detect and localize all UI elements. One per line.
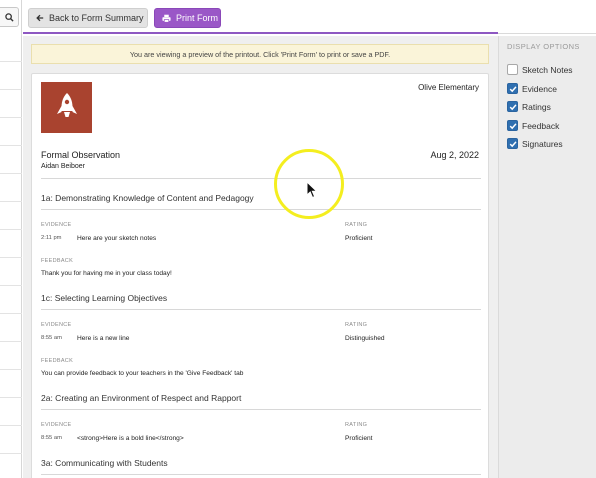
divider	[0, 341, 22, 342]
option-label: Evidence	[522, 83, 557, 94]
printer-icon	[162, 14, 171, 23]
section-title: 2a: Creating an Environment of Respect a…	[41, 393, 242, 403]
divider	[41, 409, 481, 410]
print-button-label: Print Form	[176, 13, 219, 23]
option-label: Sketch Notes	[522, 64, 573, 75]
section-title: 1a: Demonstrating Knowledge of Content a…	[41, 193, 254, 203]
checkmark-icon	[509, 122, 517, 129]
toolbar: Back to Form Summary Print Form	[23, 0, 498, 34]
feedback-text: You can provide feedback to your teacher…	[41, 370, 244, 377]
printout-page: Olive Elementary Formal Observation Aug …	[31, 73, 489, 478]
left-strip	[0, 0, 22, 478]
divider	[0, 453, 22, 454]
divider	[41, 178, 481, 179]
divider	[0, 117, 22, 118]
evidence-time: 8:55 am	[41, 335, 62, 341]
display-options-heading: DISPLAY OPTIONS	[507, 42, 580, 51]
evidence-time: 8:55 am	[41, 435, 62, 441]
back-to-form-summary-button[interactable]: Back to Form Summary	[28, 8, 148, 28]
rating-value: Proficient	[345, 235, 373, 242]
option-label: Ratings	[522, 101, 551, 112]
divider	[0, 145, 22, 146]
divider	[0, 61, 22, 62]
option-evidence[interactable]: Evidence	[507, 83, 557, 94]
print-form-button[interactable]: Print Form	[154, 8, 221, 28]
display-options-panel: DISPLAY OPTIONS Sketch Notes Evidence Ra…	[498, 36, 596, 478]
divider	[0, 313, 22, 314]
divider	[0, 229, 22, 230]
rating-label: RATING	[345, 322, 368, 328]
feedback-text: Thank you for having me in your class to…	[41, 270, 172, 277]
checkmark-icon	[509, 85, 517, 92]
divider	[0, 173, 22, 174]
rocket-icon	[56, 92, 77, 117]
divider	[0, 369, 22, 370]
arrow-left-icon	[36, 14, 44, 22]
divider	[41, 209, 481, 210]
checkmark-icon	[509, 103, 517, 110]
evidence-text: Here are your sketch notes	[77, 235, 157, 242]
evidence-label: EVIDENCE	[41, 322, 72, 328]
divider	[0, 201, 22, 202]
divider	[41, 474, 481, 475]
option-ratings[interactable]: Ratings	[507, 101, 551, 112]
preview-notice: You are viewing a preview of the printou…	[31, 44, 489, 64]
rating-label: RATING	[345, 422, 368, 428]
feedback-label: FEEDBACK	[41, 258, 74, 264]
preview-notice-text: You are viewing a preview of the printou…	[129, 49, 391, 59]
divider	[0, 257, 22, 258]
search-button[interactable]	[0, 7, 19, 27]
option-label: Signatures	[522, 138, 563, 149]
evidence-text: <strong>Here is a bold line</strong>	[77, 435, 184, 442]
panel-top-area	[498, 0, 596, 34]
divider	[0, 397, 22, 398]
checkbox[interactable]	[507, 101, 518, 112]
evidence-label: EVIDENCE	[41, 422, 72, 428]
option-signatures[interactable]: Signatures	[507, 138, 563, 149]
form-title: Formal Observation	[41, 150, 121, 160]
back-button-label: Back to Form Summary	[49, 13, 144, 23]
school-logo	[41, 82, 92, 133]
divider	[0, 89, 22, 90]
rating-label: RATING	[345, 222, 368, 228]
option-label: Feedback	[522, 120, 560, 131]
search-icon	[4, 12, 14, 22]
divider	[0, 285, 22, 286]
evidence-label: EVIDENCE	[41, 222, 72, 228]
option-sketch-notes[interactable]: Sketch Notes	[507, 64, 573, 75]
checkmark-icon	[509, 140, 517, 147]
rating-value: Proficient	[345, 435, 373, 442]
checkbox[interactable]	[507, 138, 518, 149]
school-name: Olive Elementary	[418, 83, 479, 92]
teacher-name: Aidan Beiboer	[41, 163, 85, 170]
checkbox[interactable]	[507, 83, 518, 94]
feedback-label: FEEDBACK	[41, 358, 74, 364]
section-title: 3a: Communicating with Students	[41, 458, 168, 468]
checkbox[interactable]	[507, 64, 518, 75]
print-preview-area[interactable]: You are viewing a preview of the printou…	[23, 36, 498, 478]
divider	[41, 309, 481, 310]
divider	[0, 425, 22, 426]
evidence-time: 2:11 pm	[41, 235, 62, 241]
section-title: 1c: Selecting Learning Objectives	[41, 293, 168, 303]
evidence-text: Here is a new line	[77, 335, 130, 342]
mouse-cursor-icon	[306, 181, 318, 199]
rating-value: Distinguished	[345, 335, 385, 342]
checkbox[interactable]	[507, 120, 518, 131]
form-date: Aug 2, 2022	[430, 150, 479, 160]
option-feedback[interactable]: Feedback	[507, 120, 559, 131]
